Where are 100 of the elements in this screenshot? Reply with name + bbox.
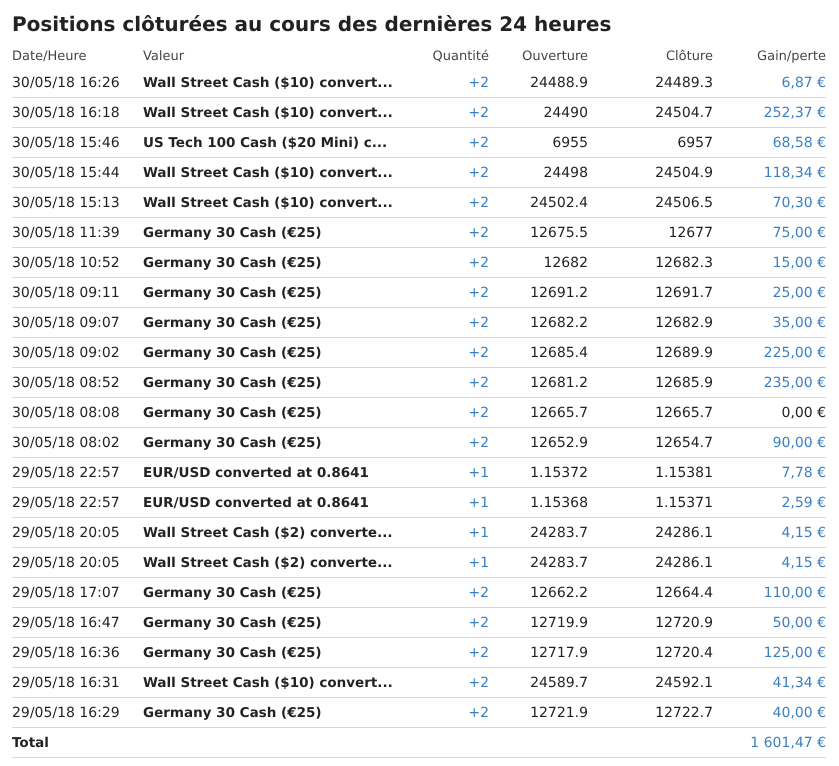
- table-cell-text: 24489.3: [654, 74, 713, 90]
- table-cell-text: 12691.2: [529, 284, 588, 300]
- table-cell-text: US Tech 100 Cash ($20 Mini) c...: [143, 134, 388, 150]
- table-cell-text: 12677: [667, 224, 713, 240]
- column-header: Clôture: [664, 48, 713, 64]
- table-cell-text: 12652.9: [529, 434, 588, 450]
- table-cell-text: Germany 30 Cash (€25): [143, 374, 323, 390]
- table-cell-text: 12682.9: [654, 314, 713, 330]
- table-cell-text: 1.15368: [529, 494, 588, 510]
- table-cell-text: 12654.7: [654, 434, 713, 450]
- column-header: Valeur: [143, 48, 186, 64]
- column-header: Quantité: [432, 48, 489, 64]
- table-cell-text: Germany 30 Cash (€25): [143, 644, 323, 660]
- table-cell-text: 12662.2: [529, 584, 588, 600]
- table-cell-text: 4,15 €: [780, 554, 826, 570]
- table-cell-text: +2: [467, 704, 489, 720]
- table-cell-text: 12685.4: [529, 344, 588, 360]
- table-cell-text: 235,00 €: [762, 374, 826, 390]
- table-cell-text: 30/05/18 08:02: [12, 434, 121, 450]
- table-cell-text: +2: [467, 584, 489, 600]
- table-cell-text: 29/05/18 16:36: [12, 644, 121, 660]
- table-cell-text: 30/05/18 09:02: [12, 344, 121, 360]
- table-cell-text: +2: [467, 674, 489, 690]
- table-cell-text: Germany 30 Cash (€25): [143, 284, 323, 300]
- table-cell-text: Wall Street Cash ($10) convert...: [143, 104, 394, 120]
- table-cell-text: +1: [467, 524, 489, 540]
- table-cell-text: 12681.2: [529, 374, 588, 390]
- table-cell-text: Wall Street Cash ($2) converte...: [143, 524, 394, 540]
- table-cell-text: 24283.7: [529, 524, 588, 540]
- table-cell-text: 30/05/18 15:44: [12, 164, 121, 180]
- table-cell-text: 30/05/18 15:46: [12, 134, 121, 150]
- table-cell-text: 24286.1: [654, 524, 713, 540]
- total-label: Total: [12, 734, 50, 750]
- column-header: Date/Heure: [12, 48, 88, 64]
- table-cell-text: 50,00 €: [772, 614, 826, 630]
- table-cell-text: Wall Street Cash ($10) convert...: [143, 164, 394, 180]
- table-cell-text: 24504.7: [654, 104, 713, 120]
- table-cell-text: Germany 30 Cash (€25): [143, 704, 323, 720]
- table-cell-text: Wall Street Cash ($10) convert...: [143, 194, 394, 210]
- table-cell-text: 30/05/18 10:52: [12, 254, 121, 270]
- table-cell-text: 29/05/18 22:57: [12, 494, 121, 510]
- table-cell-text: Germany 30 Cash (€25): [143, 254, 323, 270]
- table-cell-text: 35,00 €: [772, 314, 826, 330]
- table-cell-text: 29/05/18 20:05: [12, 524, 121, 540]
- column-header: Ouverture: [521, 48, 588, 64]
- table-cell-text: 24502.4: [529, 194, 588, 210]
- table-cell-text: 12665.7: [654, 404, 713, 420]
- table-cell-text: +2: [467, 164, 489, 180]
- page-title: Positions clôturées au cours des dernières 24 heures: [12, 12, 612, 36]
- table-cell-text: 225,00 €: [762, 344, 826, 360]
- table-cell-text: +2: [467, 104, 489, 120]
- table-cell-text: +2: [467, 74, 489, 90]
- table-cell-text: 24490: [542, 104, 588, 120]
- table-cell-text: 6,87 €: [780, 74, 826, 90]
- table-cell-text: 12719.9: [529, 614, 588, 630]
- table-cell-text: 12685.9: [654, 374, 713, 390]
- table-cell-text: Germany 30 Cash (€25): [143, 224, 323, 240]
- table-cell-text: +2: [467, 314, 489, 330]
- table-cell-text: +2: [467, 434, 489, 450]
- table-cell-text: Germany 30 Cash (€25): [143, 404, 323, 420]
- table-cell-text: 29/05/18 17:07: [12, 584, 121, 600]
- table-cell-text: 118,34 €: [762, 164, 826, 180]
- total-value: 1 601,47 €: [749, 734, 826, 750]
- table-cell-text: 41,34 €: [772, 674, 826, 690]
- table-cell-text: +2: [467, 374, 489, 390]
- table-cell-text: 30/05/18 15:13: [12, 194, 121, 210]
- table-cell-text: 25,00 €: [772, 284, 826, 300]
- table-cell-text: Germany 30 Cash (€25): [143, 434, 323, 450]
- table-cell-text: 24504.9: [654, 164, 713, 180]
- table-cell-text: 6957: [676, 134, 713, 150]
- table-cell-text: 29/05/18 16:31: [12, 674, 121, 690]
- table-cell-text: 252,37 €: [762, 104, 826, 120]
- table-cell-text: +2: [467, 614, 489, 630]
- table-cell-text: 29/05/18 20:05: [12, 554, 121, 570]
- table-cell-text: 6955: [551, 134, 588, 150]
- table-cell-text: 30/05/18 11:39: [12, 224, 121, 240]
- table-cell-text: 29/05/18 22:57: [12, 464, 121, 480]
- table-cell-text: 30/05/18 16:18: [12, 104, 121, 120]
- table-cell-text: 15,00 €: [772, 254, 826, 270]
- table-cell-text: +2: [467, 134, 489, 150]
- table-cell-text: 12721.9: [529, 704, 588, 720]
- table-cell-text: 12717.9: [529, 644, 588, 660]
- table-cell-text: 1.15381: [654, 464, 713, 480]
- table-cell-text: 12722.7: [654, 704, 713, 720]
- table-cell-text: 12720.9: [654, 614, 713, 630]
- table-cell-text: 30/05/18 09:07: [12, 314, 121, 330]
- table-cell-text: Wall Street Cash ($10) convert...: [143, 674, 394, 690]
- table-cell-text: 68,58 €: [772, 134, 826, 150]
- table-cell-text: +2: [467, 404, 489, 420]
- table-cell-text: 12664.4: [654, 584, 713, 600]
- table-cell-text: 0,00 €: [780, 404, 826, 420]
- table-cell-text: 110,00 €: [762, 584, 826, 600]
- table-cell-text: 2,59 €: [780, 494, 826, 510]
- table-cell-text: +2: [467, 224, 489, 240]
- table-cell-text: 4,15 €: [780, 524, 826, 540]
- table-cell-text: Germany 30 Cash (€25): [143, 614, 323, 630]
- table-cell-text: +2: [467, 254, 489, 270]
- table-cell-text: 12682.3: [654, 254, 713, 270]
- table-cell-text: 40,00 €: [772, 704, 826, 720]
- table-cell-text: +2: [467, 284, 489, 300]
